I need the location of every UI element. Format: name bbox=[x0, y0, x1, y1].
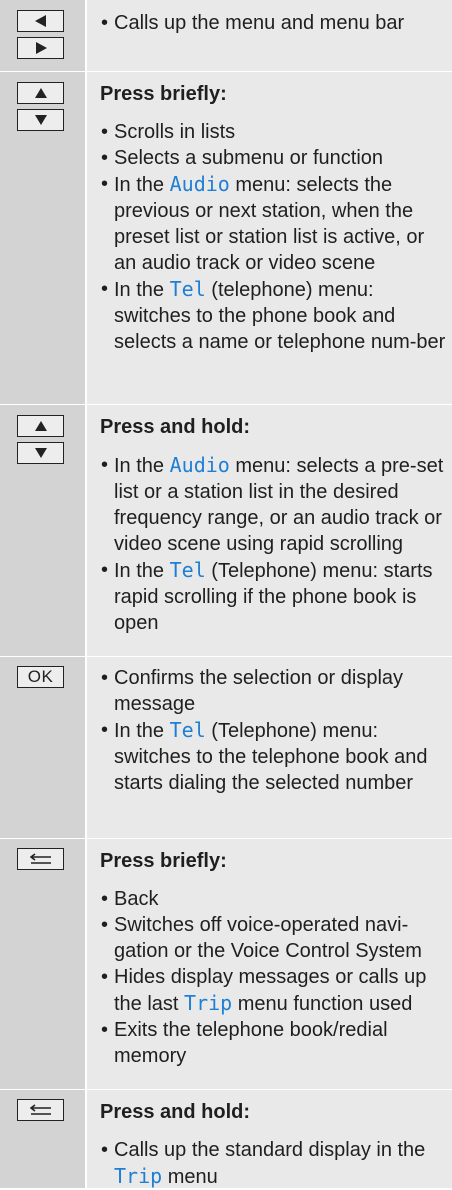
description-cell: Press briefly: Back Switches off voice-op… bbox=[87, 839, 452, 1089]
menu-name: Tel bbox=[169, 718, 206, 742]
arrow-up-icon bbox=[34, 421, 47, 431]
arrow-down-icon bbox=[34, 115, 47, 125]
press-and-hold-heading: Press and hold: bbox=[100, 1101, 251, 1123]
table-row: Press briefly: Back Switches off voice-op… bbox=[0, 839, 452, 1090]
item-text: menu bbox=[162, 1166, 218, 1188]
menu-name: Trip bbox=[184, 991, 233, 1015]
list-item: In the Audio menu: selects the previous … bbox=[100, 171, 448, 276]
back-icon bbox=[29, 1104, 51, 1115]
arrow-down-icon bbox=[34, 448, 47, 458]
left-arrow-key bbox=[17, 10, 64, 32]
list-item: In the Tel (telephone) menu: switches to… bbox=[100, 276, 448, 355]
up-arrow-key bbox=[17, 82, 64, 104]
table-row: Calls up the menu and menu bar bbox=[0, 0, 452, 72]
list-item: Confirms the selection or display messag… bbox=[100, 665, 448, 717]
item-text: In the bbox=[114, 174, 170, 196]
menu-name: Tel bbox=[169, 277, 206, 301]
list-item: Calls up the standard display in the Tri… bbox=[100, 1137, 448, 1190]
table-row: OK Confirms the selection or display mes… bbox=[0, 657, 452, 839]
key-column bbox=[0, 0, 87, 71]
description-cell: Press and hold: In the Audio menu: selec… bbox=[87, 405, 452, 656]
list-item: Scrolls in lists bbox=[100, 119, 448, 145]
item-text: In the bbox=[114, 455, 170, 477]
ok-key-label: OK bbox=[27, 667, 54, 686]
table-row: Press briefly: Scrolls in lists Selects a… bbox=[0, 72, 452, 405]
item-text: In the bbox=[114, 279, 170, 301]
press-briefly-heading: Press briefly: bbox=[100, 850, 227, 872]
back-icon bbox=[29, 853, 51, 864]
table-row: Press and hold: In the Audio menu: selec… bbox=[0, 405, 452, 657]
right-arrow-key bbox=[17, 37, 64, 59]
press-briefly-heading: Press briefly: bbox=[100, 83, 227, 105]
item-text: Calls up the standard display in the bbox=[114, 1139, 426, 1161]
table-row: Press and hold: Calls up the standard di… bbox=[0, 1090, 452, 1188]
list-item: Selects a submenu or function bbox=[100, 145, 448, 171]
description-cell: Calls up the menu and menu bar bbox=[87, 0, 452, 71]
down-arrow-key bbox=[17, 442, 64, 464]
item-text: Calls up the menu and menu bar bbox=[114, 12, 405, 34]
item-text: In the bbox=[114, 720, 170, 742]
key-column bbox=[0, 1090, 87, 1188]
key-column: OK bbox=[0, 657, 87, 838]
arrow-right-icon bbox=[35, 42, 47, 54]
list-item: Calls up the menu and menu bar bbox=[100, 10, 448, 36]
list-item: Exits the telephone book/redial memory bbox=[100, 1017, 448, 1069]
up-arrow-key bbox=[17, 415, 64, 437]
arrow-left-icon bbox=[34, 15, 46, 27]
list-item: In the Audio menu: selects a pre-set lis… bbox=[100, 452, 448, 557]
press-and-hold-heading: Press and hold: bbox=[100, 416, 251, 438]
item-text: Exits the telephone book/redial memory bbox=[114, 1019, 388, 1067]
ok-key: OK bbox=[17, 666, 64, 688]
item-text: Confirms the selection or display messag… bbox=[114, 667, 404, 715]
list-item: Back bbox=[100, 886, 448, 912]
item-text: Scrolls in lists bbox=[114, 121, 236, 143]
menu-name: Audio bbox=[169, 172, 230, 196]
menu-name: Audio bbox=[169, 453, 230, 477]
item-text: menu function used bbox=[232, 993, 413, 1015]
bullet-list: In the Audio menu: selects a pre-set lis… bbox=[100, 452, 448, 636]
menu-name: Trip bbox=[114, 1164, 163, 1188]
description-cell: Press briefly: Scrolls in lists Selects a… bbox=[87, 72, 452, 404]
arrow-up-icon bbox=[34, 88, 47, 98]
item-text: In the bbox=[114, 560, 170, 582]
description-cell: Press and hold: Calls up the standard di… bbox=[87, 1090, 452, 1188]
list-item: Switches off voice-operated navi-gation … bbox=[100, 912, 448, 964]
list-item: Hides display messages or calls up the l… bbox=[100, 964, 448, 1017]
item-text: Back bbox=[114, 888, 159, 910]
item-text: Switches off voice-operated navi-gation … bbox=[114, 914, 422, 962]
bullet-list: Calls up the standard display in the Tri… bbox=[100, 1137, 448, 1190]
bullet-list: Calls up the menu and menu bar bbox=[100, 10, 448, 36]
bullet-list: Back Switches off voice-operated navi-gat… bbox=[100, 886, 448, 1069]
bullet-list: Scrolls in lists Selects a submenu or fun… bbox=[100, 119, 448, 355]
menu-name: Tel bbox=[169, 558, 206, 582]
list-item: In the Tel (Telephone) menu: switches to… bbox=[100, 717, 448, 796]
key-column bbox=[0, 405, 87, 656]
item-text: Selects a submenu or function bbox=[114, 147, 384, 169]
back-key bbox=[17, 1099, 64, 1121]
back-key bbox=[17, 848, 64, 870]
key-column bbox=[0, 839, 87, 1089]
key-column bbox=[0, 72, 87, 404]
down-arrow-key bbox=[17, 109, 64, 131]
description-cell: Confirms the selection or display messag… bbox=[87, 657, 452, 838]
list-item: In the Tel (Telephone) menu: starts rapi… bbox=[100, 557, 448, 636]
button-function-table: Calls up the menu and menu bar Press bri… bbox=[0, 0, 452, 1188]
bullet-list: Confirms the selection or display messag… bbox=[100, 665, 448, 796]
